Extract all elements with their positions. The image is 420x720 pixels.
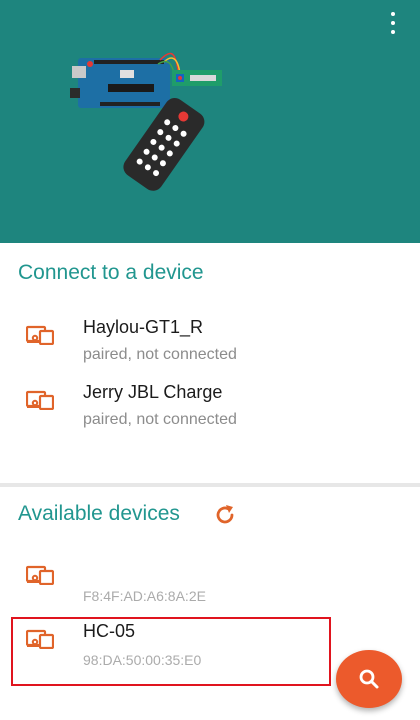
device-status: paired, not connected [83,346,237,363]
paired-device-item[interactable]: Haylou-GT1_R paired, not connected [0,317,420,379]
device-address: 98:DA:50:00:35:E0 [83,652,202,668]
arduino-bluetooth-remote-illustration [70,52,222,191]
search-button[interactable] [336,650,402,708]
device-status: paired, not connected [83,411,237,428]
paired-device-item[interactable]: Jerry JBL Charge paired, not connected [0,382,420,444]
device-name: Jerry JBL Charge [83,382,223,402]
available-device-item[interactable]: F8:4F:AD:A6:8A:2E [0,557,420,619]
app-screen: Connect to a device Haylou-GT1_R paired,… [0,0,420,720]
more-vert-icon[interactable] [388,12,398,34]
bluetooth-device-icon [26,629,54,649]
device-name: Haylou-GT1_R [83,317,204,337]
bluetooth-device-icon [26,325,54,345]
connect-section-title: Connect to a device [18,261,204,284]
header-banner [0,0,420,243]
bluetooth-device-icon [26,565,54,585]
available-section-title: Available devices [18,502,180,525]
device-name: HC-05 [83,621,136,641]
search-icon [359,669,379,689]
device-address: F8:4F:AD:A6:8A:2E [83,588,206,604]
bluetooth-module-image [172,70,222,86]
ir-remote-image [123,98,205,191]
paired-devices-card: Connect to a device Haylou-GT1_R paired,… [0,243,420,483]
arduino-board-image [70,58,170,108]
bluetooth-device-icon [26,390,54,410]
refresh-icon[interactable] [213,503,237,527]
